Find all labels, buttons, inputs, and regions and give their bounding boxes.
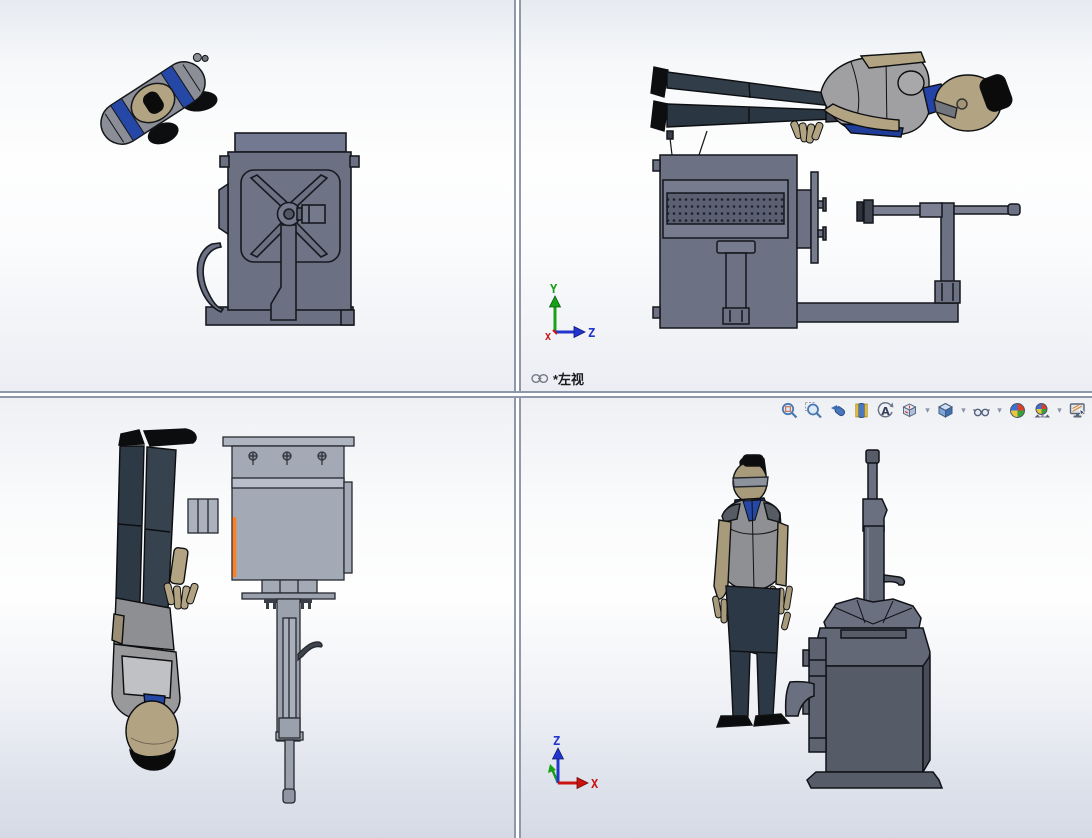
- viewport-bottom-left[interactable]: [0, 398, 514, 838]
- previous-view-icon[interactable]: [827, 400, 848, 421]
- viewport-top-right[interactable]: Y Z X *左视: [521, 0, 1092, 391]
- viewport-bottom-left-canvas[interactable]: [0, 398, 514, 838]
- hide-show-items-icon[interactable]: [971, 400, 992, 421]
- axis-label-right: X: [591, 777, 599, 791]
- viewport-top-right-canvas[interactable]: Y Z X: [521, 0, 1092, 391]
- viewport-top-left[interactable]: [0, 0, 514, 391]
- edit-appearance-icon[interactable]: [1007, 400, 1028, 421]
- axis-label-up: Y: [550, 282, 558, 296]
- person-model[interactable]: [111, 428, 199, 771]
- person-model[interactable]: [650, 51, 1014, 144]
- machine-model[interactable]: [196, 132, 360, 326]
- axis-label-right: Z: [588, 326, 595, 340]
- view-name-text: *左视: [553, 372, 585, 387]
- machine-model[interactable]: [784, 449, 944, 789]
- orientation-triad: Z X: [548, 734, 599, 791]
- solidworks-four-viewport-area: Y Z X *左视 Z X A ▾ ▾ ▾ ▾: [0, 0, 1092, 838]
- viewport-bottom-right-canvas[interactable]: Z X: [521, 398, 1092, 838]
- view-orientation-dropdown-caret[interactable]: ▾: [923, 400, 932, 421]
- view-orientation-icon[interactable]: [899, 400, 920, 421]
- zoom-to-fit-icon[interactable]: [779, 400, 800, 421]
- viewport-splitter-horizontal[interactable]: [0, 391, 1092, 398]
- linked-views-icon: [531, 374, 549, 383]
- hide-show-items-dropdown-caret[interactable]: ▾: [995, 400, 1004, 421]
- machine-model[interactable]: [187, 436, 355, 804]
- orientation-triad: Y Z X: [545, 282, 595, 343]
- apply-scene-icon[interactable]: [1031, 400, 1052, 421]
- view-orientation-label: *左视: [531, 369, 584, 388]
- display-style-dropdown-caret[interactable]: ▾: [959, 400, 968, 421]
- person-model[interactable]: [712, 454, 793, 728]
- viewport-top-left-canvas[interactable]: [0, 0, 514, 391]
- view-settings-icon[interactable]: [1067, 400, 1088, 421]
- viewport-splitter-vertical[interactable]: [514, 0, 521, 838]
- axis-label-depth: X: [545, 332, 551, 343]
- display-style-icon[interactable]: [935, 400, 956, 421]
- zoom-to-area-icon[interactable]: [803, 400, 824, 421]
- viewport-bottom-right[interactable]: Z X A ▾ ▾ ▾ ▾: [521, 398, 1092, 838]
- 3d-drawing-view-icon[interactable]: A: [875, 400, 896, 421]
- apply-scene-dropdown-caret[interactable]: ▾: [1055, 400, 1064, 421]
- svg-text:A: A: [881, 405, 890, 418]
- section-view-icon[interactable]: [851, 400, 872, 421]
- person-model[interactable]: [93, 47, 237, 172]
- heads-up-view-toolbar: A ▾ ▾ ▾ ▾: [779, 400, 1088, 421]
- machine-model[interactable]: [652, 130, 1021, 329]
- axis-label-up: Z: [553, 734, 560, 748]
